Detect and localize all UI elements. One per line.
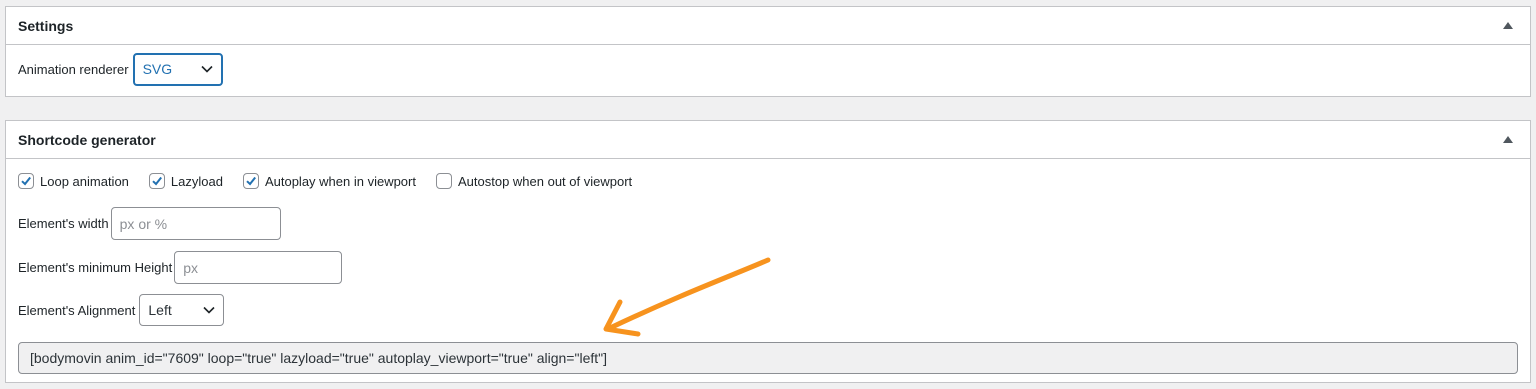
loop-animation-checkbox[interactable]: Loop animation xyxy=(18,173,129,189)
checkbox-label: Lazyload xyxy=(170,173,223,189)
checkbox-row: Loop animation Lazyload Autoplay when in… xyxy=(18,171,652,191)
renderer-row: Animation renderer SVG xyxy=(18,52,223,86)
lazyload-checkbox[interactable]: Lazyload xyxy=(148,173,223,189)
chevron-down-icon xyxy=(203,306,215,314)
chevron-down-icon xyxy=(200,65,213,73)
shortcode-output[interactable]: [bodymovin anim_id="7609" loop="true" la… xyxy=(18,342,1518,374)
renderer-label: Animation renderer xyxy=(18,61,129,77)
shortcode-panel-header[interactable]: Shortcode generator xyxy=(6,121,1530,159)
alignment-select[interactable]: Left xyxy=(139,294,225,326)
renderer-select-value: SVG xyxy=(142,61,173,77)
checkbox-box[interactable] xyxy=(435,173,452,189)
autostop-viewport-checkbox[interactable]: Autostop when out of viewport xyxy=(435,173,633,189)
triangle-up-icon[interactable] xyxy=(1498,16,1518,36)
alignment-label: Element's Alignment xyxy=(18,302,136,318)
shortcode-panel: Shortcode generator Loop animation Lazyl… xyxy=(5,120,1531,383)
width-label: Element's width xyxy=(18,216,109,231)
checkbox-box[interactable] xyxy=(242,173,259,189)
checkbox-label: Autoplay when in viewport xyxy=(264,173,416,189)
alignment-row: Element's Alignment Left xyxy=(18,294,225,326)
width-input[interactable] xyxy=(110,207,281,240)
checkbox-label: Autostop when out of viewport xyxy=(457,173,633,189)
renderer-select[interactable]: SVG xyxy=(132,52,223,86)
width-row: Element's width xyxy=(18,207,281,240)
check-icon xyxy=(21,176,31,186)
check-icon xyxy=(246,176,256,186)
shortcode-panel-title: Shortcode generator xyxy=(18,131,156,148)
settings-panel: Settings Animation renderer SVG xyxy=(5,6,1531,97)
checkbox-label: Loop animation xyxy=(40,173,129,189)
alignment-select-value: Left xyxy=(148,302,172,318)
settings-panel-title: Settings xyxy=(18,17,74,34)
min-height-input[interactable] xyxy=(174,251,343,284)
min-height-label: Element's minimum Height xyxy=(18,260,173,275)
triangle-up-icon[interactable] xyxy=(1498,130,1518,150)
min-height-row: Element's minimum Height xyxy=(18,251,343,284)
checkbox-box[interactable] xyxy=(18,173,34,189)
checkbox-box[interactable] xyxy=(148,173,165,189)
settings-panel-header[interactable]: Settings xyxy=(6,7,1530,45)
check-icon xyxy=(152,176,162,186)
autoplay-viewport-checkbox[interactable]: Autoplay when in viewport xyxy=(242,173,416,189)
shortcode-output-text: [bodymovin anim_id="7609" loop="true" la… xyxy=(30,350,607,366)
